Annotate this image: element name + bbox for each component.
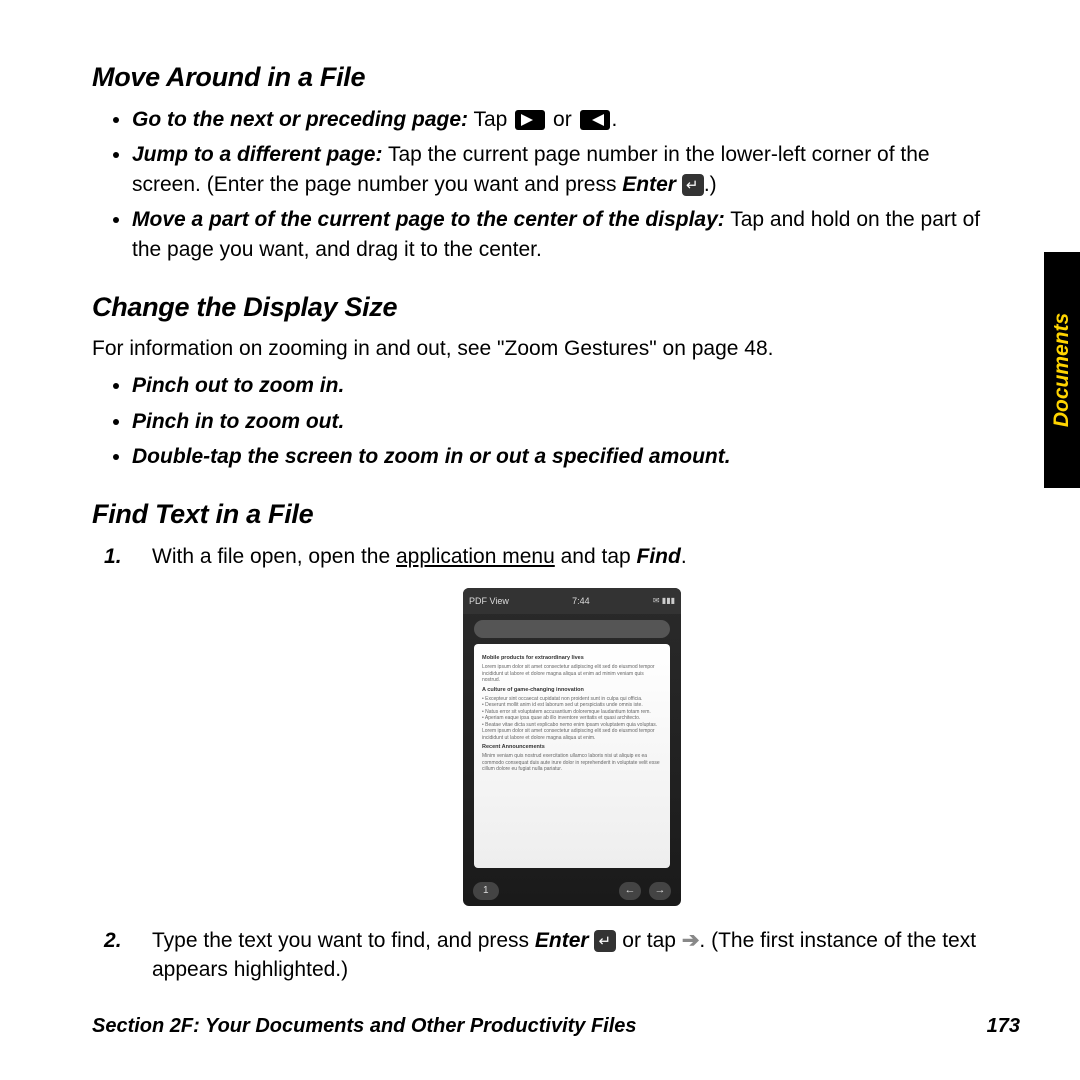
app-title: PDF View [469,595,509,608]
display-size-list: Pinch out to zoom in. Pinch in to zoom o… [132,371,992,471]
find-text-steps: With a file open, open the application m… [92,542,992,984]
prev-page-icon [580,110,610,130]
find-next-icon: ➔ [682,929,700,952]
screenshot-bottombar: 1 ← → [463,876,681,906]
side-tab-label: Documents [1050,313,1074,427]
text: Type the text you want to find, and pres… [152,929,535,952]
search-bar[interactable] [474,620,670,638]
text: With a file open, open the [152,545,396,568]
document-preview: Mobile products for extraordinary lives … [474,644,670,868]
text [676,173,682,196]
prev-button[interactable]: ← [619,882,641,900]
enter-key-icon [594,930,616,952]
label: Go to the next or preceding page: [132,108,468,131]
footer-section: Section 2F: Your Documents and Other Pro… [92,1015,637,1038]
text: Pinch out to zoom in. [132,374,344,397]
text: . [681,545,687,568]
enter-key-icon [682,174,704,196]
list-item: Double-tap the screen to zoom in or out … [132,442,992,471]
list-item: Pinch out to zoom in. [132,371,992,400]
page-number-button[interactable]: 1 [473,882,499,900]
signal-icon: ✉ ▮▮▮ [653,595,675,606]
list-item: Jump to a different page: Tap the curren… [132,140,992,199]
text: or [547,108,577,131]
page: Documents Move Around in a File Go to th… [0,0,1080,1080]
text: Pinch in to zoom out. [132,410,344,433]
text: .) [704,173,717,196]
intro-text: For information on zooming in and out, s… [92,335,992,363]
content: Move Around in a File Go to the next or … [92,62,992,995]
doc-heading: A culture of game-changing innovation [482,687,662,694]
heading-find-text: Find Text in a File [92,499,992,530]
move-around-list: Go to the next or preceding page: Tap or… [132,105,992,264]
step-2: Type the text you want to find, and pres… [152,926,992,985]
text: and tap [555,545,637,568]
side-tab: Documents [1044,252,1080,488]
link-application-menu[interactable]: application menu [396,545,555,568]
list-item: Pinch in to zoom out. [132,407,992,436]
label: Jump to a different page: [132,143,382,166]
pdf-view-screenshot: PDF View 7:44 ✉ ▮▮▮ Mobile products for … [463,588,681,906]
key-name: Enter [622,173,676,196]
clock: 7:44 [572,595,590,608]
text: Double-tap the screen to zoom in or out … [132,445,731,468]
list-item: Move a part of the current page to the c… [132,205,992,264]
next-page-icon [515,110,545,130]
command: Find [637,545,681,568]
text: or tap [616,929,681,952]
list-item: Go to the next or preceding page: Tap or… [132,105,992,134]
text: Tap [468,108,513,131]
nav-buttons: ← → [619,882,671,900]
footer-page-number: 173 [987,1015,1020,1038]
screenshot-statusbar: PDF View 7:44 ✉ ▮▮▮ [463,588,681,614]
text: . [612,108,618,131]
key-name: Enter [535,929,589,952]
heading-move-around: Move Around in a File [92,62,992,93]
step-1: With a file open, open the application m… [152,542,992,905]
doc-heading: Mobile products for extraordinary lives [482,655,662,662]
doc-heading: Recent Announcements [482,744,662,751]
heading-display-size: Change the Display Size [92,292,992,323]
label: Move a part of the current page to the c… [132,208,725,231]
next-button[interactable]: → [649,882,671,900]
